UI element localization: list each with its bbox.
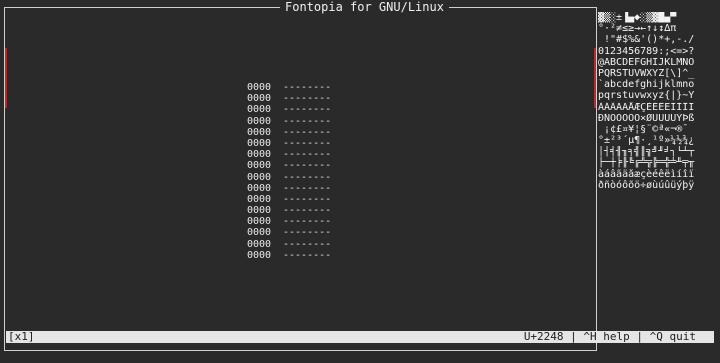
character-set-panel[interactable]: ▓▒░±▐▄◆░▒▓█▄▀ °·²≠≤≥→←↑↓↕∆π !"#$%&'()*+,-…	[598, 12, 716, 191]
charset-row[interactable]: 0123456789:;<=>?	[598, 46, 716, 57]
bitmap-row-address: 0000	[247, 126, 272, 138]
bitmap-row[interactable]: 0000 --------	[247, 127, 331, 138]
bitmap-row-address: 0000	[247, 238, 272, 250]
window-title: Fontopia for GNU/Linux	[280, 0, 449, 14]
bitmap-row-pixels[interactable]: --------	[283, 250, 331, 261]
bitmap-row-address: 0000	[247, 205, 272, 217]
bitmap-row-pixels[interactable]: --------	[283, 172, 331, 183]
charset-row[interactable]: ðñòóôõö÷øùúûüýþÿ	[598, 180, 716, 191]
bitmap-row-address: 0000	[247, 249, 272, 261]
bitmap-row-address: 0000	[247, 193, 272, 205]
bitmap-row-pixels[interactable]: --------	[283, 183, 331, 194]
bitmap-row-pixels[interactable]: --------	[283, 93, 331, 104]
bitmap-row[interactable]: 0000 --------	[247, 82, 331, 93]
bitmap-row[interactable]: 0000 --------	[247, 93, 331, 104]
bitmap-row[interactable]: 0000 --------	[247, 183, 331, 194]
bitmap-row-pixels[interactable]: --------	[283, 127, 331, 138]
bitmap-row-address: 0000	[247, 115, 272, 127]
charset-row[interactable]: ▓▒░±▐▄◆░▒▓█▄▀	[598, 12, 716, 23]
charset-row[interactable]: °±²³´µ¶·¸¹º»¼½¾¿	[598, 135, 716, 146]
charset-row[interactable]: ÀÁÂÃÄÅÆÇÈÉÊËÌÍÎÏ	[598, 102, 716, 113]
left-accent	[5, 48, 7, 108]
bitmap-row[interactable]: 0000 --------	[247, 172, 331, 183]
bitmap-row[interactable]: 0000 --------	[247, 227, 331, 238]
bitmap-row[interactable]: 0000 --------	[247, 116, 331, 127]
bitmap-row[interactable]: 0000 --------	[247, 104, 331, 115]
bitmap-row-address: 0000	[247, 182, 272, 194]
bitmap-row-pixels[interactable]: --------	[283, 104, 331, 115]
charset-row[interactable]: °·²≠≤≥→←↑↓↕∆π	[598, 23, 716, 34]
bitmap-row[interactable]: 0000 --------	[247, 160, 331, 171]
charset-row[interactable]: ÐÑÒÓÔÕÖ×ØÙÚÛÜÝÞß	[598, 113, 716, 124]
bitmap-row-address: 0000	[247, 104, 272, 116]
bitmap-row-pixels[interactable]: --------	[283, 227, 331, 238]
bitmap-row-pixels[interactable]: --------	[283, 205, 331, 216]
bitmap-row[interactable]: 0000 --------	[247, 216, 331, 227]
charset-row[interactable]: pqrstuvwxyz{|}~Ÿ	[598, 90, 716, 101]
bitmap-row-address: 0000	[247, 149, 272, 161]
bitmap-row-address: 0000	[247, 171, 272, 183]
charset-row[interactable]: !"#$%&'()*+,-./	[598, 34, 716, 45]
bitmap-row-pixels[interactable]: --------	[283, 138, 331, 149]
bitmap-row[interactable]: 0000 --------	[247, 250, 331, 261]
status-bar: [x1] U+2248 | ^H help | ^Q quit	[6, 331, 714, 343]
bitmap-row[interactable]: 0000 --------	[247, 138, 331, 149]
bitmap-row-pixels[interactable]: --------	[283, 239, 331, 250]
bitmap-row[interactable]: 0000 --------	[247, 194, 331, 205]
bitmap-row-address: 0000	[247, 227, 272, 239]
charset-row[interactable]: PQRSTUVWXYZ[\]^_	[598, 68, 716, 79]
bitmap-row-pixels[interactable]: --------	[283, 216, 331, 227]
charset-row[interactable]: `abcdefghijklmno	[598, 79, 716, 90]
bitmap-row-address: 0000	[247, 160, 272, 172]
bitmap-row-pixels[interactable]: --------	[283, 82, 331, 93]
bitmap-row-pixels[interactable]: --------	[283, 194, 331, 205]
bitmap-row-address: 0000	[247, 137, 272, 149]
bitmap-row-address: 0000	[247, 82, 272, 93]
bitmap-row-address: 0000	[247, 93, 272, 105]
bitmap-row-address: 0000	[247, 216, 272, 228]
bitmap-row[interactable]: 0000 --------	[247, 239, 331, 250]
zoom-mode-indicator: [x1]	[8, 330, 35, 343]
bitmap-row-pixels[interactable]: --------	[283, 116, 331, 127]
charset-row[interactable]: ├─┼╞╟╚╔╩╦╠═╬╧╨╤╥	[598, 157, 716, 168]
right-accent	[594, 48, 596, 108]
bitmap-row-pixels[interactable]: --------	[283, 160, 331, 171]
charset-row[interactable]: ¡¢£¤¥¦§¨©ª«¬­®¯	[598, 124, 716, 135]
status-help-text: U+2248 | ^H help | ^Q quit	[523, 330, 696, 343]
glyph-bitmap-grid[interactable]: 0000 -------- 0000 -------- 0000 -------- 0000…	[247, 82, 331, 261]
charset-row[interactable]: àáâãäåæçèéêëìíîï	[598, 169, 716, 180]
charset-row[interactable]: │┤╡╢╖╕╣║╗╝╜╛┐└┴┬	[598, 146, 716, 157]
bitmap-row[interactable]: 0000 --------	[247, 149, 331, 160]
bitmap-row-pixels[interactable]: --------	[283, 149, 331, 160]
charset-row[interactable]: @ABCDEFGHIJKLMNO	[598, 57, 716, 68]
bitmap-row[interactable]: 0000 --------	[247, 205, 331, 216]
